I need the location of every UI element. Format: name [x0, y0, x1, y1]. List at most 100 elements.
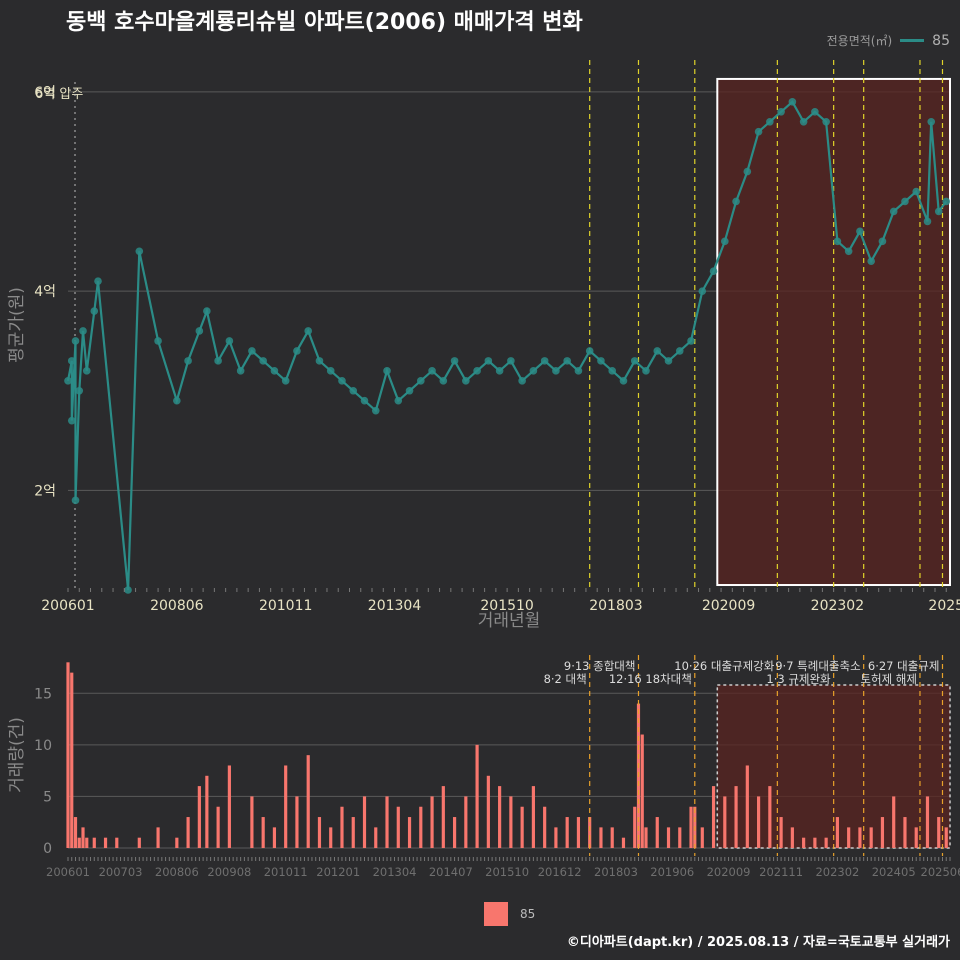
volume-bar	[689, 806, 693, 848]
chart-title: 동백 호수마을계룡리슈빌 아파트(2006) 매매가격 변화	[66, 10, 583, 35]
price-point	[281, 376, 290, 385]
price-point	[529, 367, 538, 375]
volume-bar	[520, 806, 524, 848]
price-point	[788, 98, 797, 106]
price-point	[394, 396, 403, 405]
volume-bar	[711, 786, 716, 848]
price-point	[889, 207, 898, 216]
price-point	[552, 367, 560, 375]
volume-bar	[509, 796, 513, 848]
volume-bar	[306, 755, 310, 848]
volume-bar	[407, 817, 412, 848]
volume-bar	[374, 827, 378, 848]
bar-x-tick-label: 201201	[316, 865, 360, 879]
legend-label: 전용면적(㎡)	[826, 34, 893, 48]
price-point	[518, 376, 526, 385]
legend-bottom-series: 85	[520, 907, 536, 921]
volume-bar	[565, 817, 569, 848]
volume-bar	[317, 817, 322, 848]
volume-bar	[441, 786, 445, 848]
price-point	[721, 237, 729, 246]
price-point	[630, 357, 639, 365]
volume-bar	[666, 827, 671, 848]
price-point	[417, 376, 425, 385]
price-point	[901, 197, 909, 206]
price-point	[822, 117, 830, 126]
bar-x-tick-label: 200908	[207, 865, 251, 879]
annotation-label: 6억 압주	[35, 87, 83, 102]
volume-bar	[115, 837, 119, 848]
price-point	[270, 367, 279, 375]
price-point	[67, 357, 76, 365]
price-point	[642, 367, 650, 375]
price-point	[574, 367, 583, 375]
bar-x-tick-label: 201304	[373, 865, 417, 879]
legend-bottom: 85	[484, 902, 535, 926]
y-axis-label: 평균가(원)	[7, 287, 27, 363]
price-point	[709, 267, 718, 276]
price-point	[698, 287, 707, 295]
price-point	[450, 357, 459, 365]
volume-bar	[452, 817, 457, 848]
bar-x-tick-label: 202009	[707, 865, 751, 879]
volume-bar	[486, 775, 490, 848]
volume-bar	[640, 734, 644, 848]
volume-bar	[903, 817, 907, 848]
volume-bar	[85, 837, 89, 848]
y-tick-label: 2억	[34, 483, 56, 499]
price-point	[878, 237, 887, 246]
price-point	[439, 376, 448, 385]
bar-x-tick-label: 201906	[650, 865, 694, 879]
price-point	[67, 416, 76, 425]
price-point	[912, 187, 921, 196]
volume-bar	[175, 837, 179, 848]
policy-label: 토허제 해제	[860, 672, 917, 686]
price-point	[844, 247, 853, 256]
volume-bar	[261, 817, 265, 848]
volume-bar	[531, 786, 535, 848]
x-tick-label: 201304	[368, 598, 422, 614]
x-tick-label: 202302	[811, 598, 864, 614]
volume-bar	[295, 796, 299, 848]
price-point	[154, 337, 162, 345]
price-point	[927, 117, 936, 126]
volume-bar	[655, 817, 659, 848]
bar-y-tick-label: 5	[43, 789, 52, 805]
price-point	[856, 227, 864, 236]
price-point	[203, 307, 211, 315]
volume-bar	[621, 837, 626, 848]
volume-bar	[756, 796, 761, 848]
price-point	[315, 357, 324, 365]
bar-y-tick-label: 0	[43, 841, 52, 857]
bar-y-tick-label: 10	[34, 738, 52, 754]
volume-bar	[498, 786, 502, 848]
price-point	[64, 376, 72, 385]
price-point	[428, 367, 436, 375]
volume-bar	[779, 817, 783, 848]
price-point	[597, 357, 605, 365]
price-point	[867, 257, 875, 266]
price-point	[214, 357, 222, 365]
x-tick-label: 201011	[259, 598, 312, 614]
policy-label: 12·16 18차대책	[609, 672, 692, 686]
volume-bar	[700, 827, 704, 848]
price-point	[585, 347, 594, 355]
policy-label: 1·3 규제완화	[766, 672, 831, 686]
volume-bar	[644, 827, 648, 848]
volume-bar	[790, 827, 794, 848]
price-point	[135, 247, 144, 256]
price-point	[383, 367, 391, 375]
price-point	[942, 197, 951, 206]
x-tick-label: 200601	[41, 598, 94, 614]
volume-bar	[835, 817, 839, 848]
volume-bar	[869, 827, 873, 848]
volume-bar	[824, 837, 828, 848]
volume-bar	[543, 806, 547, 848]
y-tick-label: 4억	[34, 284, 56, 300]
volume-bar	[464, 796, 468, 848]
volume-bar	[734, 786, 738, 848]
price-point	[360, 396, 369, 405]
volume-bar	[802, 837, 806, 848]
volume-bar	[197, 786, 201, 848]
price-point	[90, 307, 99, 315]
